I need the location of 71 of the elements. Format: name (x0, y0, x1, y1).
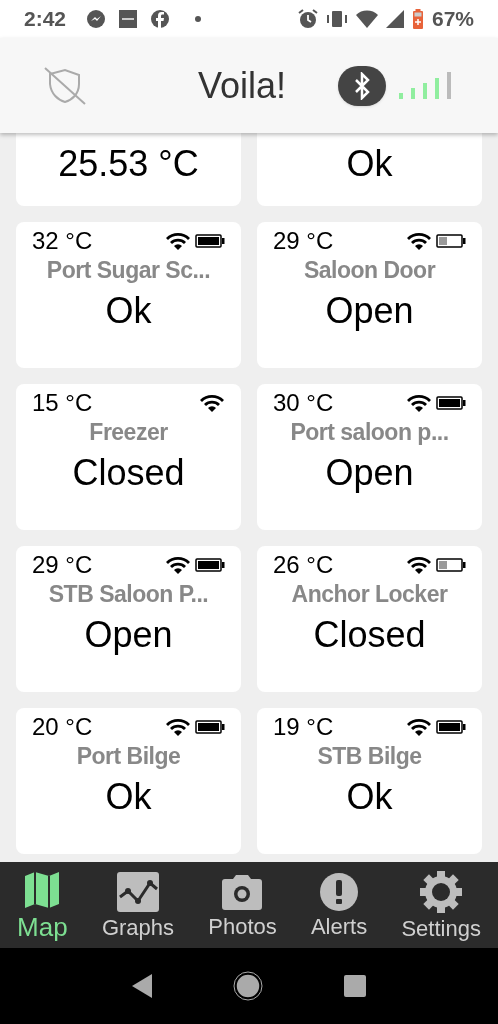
settings-icon (419, 870, 464, 914)
sensor-name: Saloon Door (302, 256, 437, 285)
bluetooth-button[interactable] (338, 65, 386, 106)
battery-percent: 67% (431, 6, 474, 33)
camera-icon (220, 872, 265, 912)
sensor-card[interactable]: 29 °C Saloon Door Open (257, 222, 482, 368)
sensor-card[interactable]: 26 °C Anchor Locker Closed (257, 546, 482, 692)
sensor-name: Port saloon p... (289, 418, 450, 447)
nav-tab[interactable]: Map (17, 870, 68, 940)
cell-signal-icon (385, 10, 404, 28)
sensor-card[interactable]: Ok (257, 133, 482, 206)
sensor-card[interactable]: 30 °C Port saloon p... Open (257, 384, 482, 530)
sensor-card[interactable]: 25.53 °C (16, 133, 241, 206)
sensor-card[interactable]: 32 °C Port Sugar Sc... Ok (16, 222, 241, 368)
vibrate-icon (325, 10, 348, 28)
app-title: Voila! (198, 63, 287, 108)
temperature: 26 °C (273, 550, 334, 580)
dot-icon (194, 15, 203, 23)
sensor-state: Open (324, 454, 415, 491)
signal-icon (398, 70, 454, 101)
nav-tab[interactable]: Graphs (101, 871, 175, 939)
temperature: 29 °C (273, 226, 334, 256)
recents-icon[interactable] (343, 974, 367, 998)
wifi-icon (165, 555, 191, 575)
wifi-icon (406, 717, 432, 737)
sensor-card[interactable]: 29 °C STB Saloon P... Open (16, 546, 241, 692)
sensor-card[interactable]: 20 °C Port Bilge Ok (16, 708, 241, 854)
wifi-status-icon (355, 10, 378, 28)
sensor-name: Port Bilge (75, 742, 182, 771)
sensor-name: STB Saloon P... (47, 580, 210, 609)
sensor-value: 25.53 °C (58, 146, 199, 182)
sensor-state: Ok (345, 778, 394, 815)
sensor-state: Ok (104, 292, 153, 329)
sensor-value: Ok (346, 146, 393, 182)
sensor-state: Open (83, 616, 174, 653)
messenger-icon (86, 9, 107, 29)
temperature: 29 °C (32, 550, 93, 580)
facebook-icon (150, 9, 171, 29)
bluetooth-icon (352, 71, 372, 100)
sensor-state: Closed (312, 616, 427, 653)
nav-tab[interactable]: Photos (208, 872, 277, 938)
wifi-icon (406, 555, 432, 575)
home-icon[interactable] (233, 971, 263, 1001)
sensor-state: Open (324, 292, 415, 329)
battery-status-icon (411, 8, 424, 30)
app-icon (118, 9, 139, 29)
back-icon[interactable] (131, 973, 153, 999)
wifi-icon (406, 393, 432, 413)
sensor-name: Port Sugar Sc... (45, 256, 212, 285)
chart-icon (115, 871, 160, 913)
temperature: 32 °C (32, 226, 93, 256)
alarm-icon (297, 9, 318, 29)
alert-icon (319, 872, 360, 912)
temperature: 30 °C (273, 388, 334, 418)
sensor-card[interactable]: 19 °C STB Bilge Ok (257, 708, 482, 854)
wifi-icon (199, 393, 225, 413)
sensor-state: Ok (104, 778, 153, 815)
temperature: 20 °C (32, 712, 93, 742)
nav-tab[interactable]: Alerts (310, 872, 368, 938)
sensor-name: STB Bilge (316, 742, 423, 771)
temperature: 15 °C (32, 388, 93, 418)
wifi-icon (406, 231, 432, 251)
temperature: 19 °C (273, 712, 334, 742)
wifi-icon (165, 717, 191, 737)
sensor-name: Anchor Locker (290, 580, 449, 609)
status-time: 2:42 (24, 6, 67, 33)
sensor-state: Closed (71, 454, 186, 491)
wifi-icon (165, 231, 191, 251)
sensor-card[interactable]: 15 °C Freezer Closed (16, 384, 241, 530)
sensor-name: Freezer (88, 418, 169, 447)
nav-tab[interactable]: Settings (401, 870, 481, 940)
